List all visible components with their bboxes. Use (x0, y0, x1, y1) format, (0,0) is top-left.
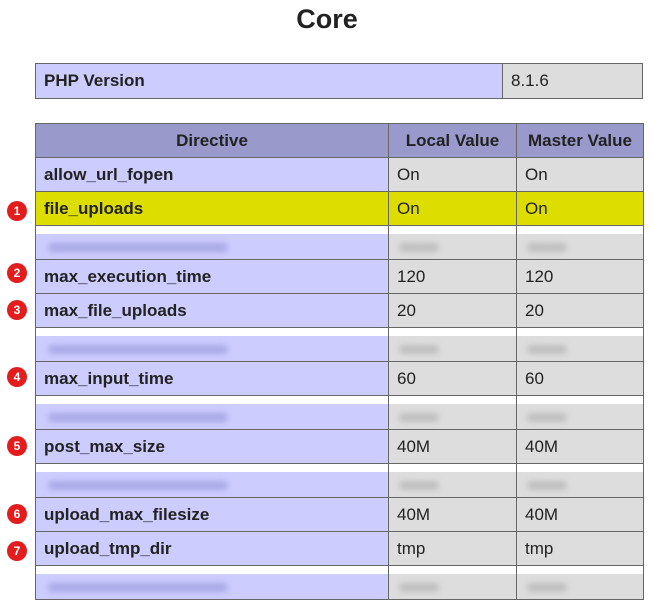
number-marker-6: 6 (7, 504, 27, 524)
php-version-table: PHP Version 8.1.6 (35, 63, 643, 99)
blurred-local (388, 225, 517, 260)
local-value: tmp (388, 531, 517, 566)
master-value: On (516, 157, 644, 192)
php-version-label: PHP Version (35, 63, 503, 99)
blurred-row (35, 225, 644, 260)
blurred-directive (35, 327, 389, 362)
directive-table: Directive Local Value Master Value allow… (35, 123, 644, 600)
page-title: Core (296, 4, 358, 34)
blurred-local (388, 565, 517, 600)
master-value: 20 (516, 293, 644, 328)
table-row: max_file_uploads 20 20 (35, 293, 644, 328)
php-version-row: PHP Version 8.1.6 (35, 63, 643, 99)
directive-header: Directive (35, 123, 389, 158)
local-value: 40M (388, 497, 517, 532)
blurred-master (516, 327, 644, 362)
table-row: max_execution_time 120 120 (35, 259, 644, 294)
blurred-master (516, 565, 644, 600)
directive-name: upload_max_filesize (35, 497, 389, 532)
number-marker-2: 2 (7, 263, 27, 283)
blurred-row (35, 327, 644, 362)
directive-name: max_file_uploads (35, 293, 389, 328)
table-row: upload_max_filesize 40M 40M (35, 497, 644, 532)
table-header-row: Directive Local Value Master Value (35, 123, 644, 158)
table-row: max_input_time 60 60 (35, 361, 644, 396)
blurred-master (516, 463, 644, 498)
local-value: On (388, 157, 517, 192)
master-value: 40M (516, 497, 644, 532)
table-row: allow_url_fopen On On (35, 157, 644, 192)
local-value: 40M (388, 429, 517, 464)
blurred-directive (35, 565, 389, 600)
number-marker-1: 1 (7, 201, 27, 221)
directive-name: upload_tmp_dir (35, 531, 389, 566)
blurred-master (516, 225, 644, 260)
blurred-directive (35, 225, 389, 260)
number-marker-4: 4 (7, 367, 27, 387)
master-value: 120 (516, 259, 644, 294)
table-row: post_max_size 40M 40M (35, 429, 644, 464)
table-row-highlighted: file_uploads On On (35, 191, 644, 226)
php-version-value: 8.1.6 (502, 63, 643, 99)
local-value: 20 (388, 293, 517, 328)
master-value-header: Master Value (516, 123, 644, 158)
directive-name: max_input_time (35, 361, 389, 396)
blurred-row (35, 463, 644, 498)
blurred-local (388, 395, 517, 430)
number-marker-7: 7 (7, 541, 27, 561)
blurred-master (516, 395, 644, 430)
master-value: tmp (516, 531, 644, 566)
local-value: 120 (388, 259, 517, 294)
blurred-local (388, 463, 517, 498)
directive-name: allow_url_fopen (35, 157, 389, 192)
blurred-directive (35, 395, 389, 430)
directive-name: file_uploads (35, 191, 389, 226)
master-value: On (516, 191, 644, 226)
table-row: upload_tmp_dir tmp tmp (35, 531, 644, 566)
blurred-local (388, 327, 517, 362)
local-value-header: Local Value (388, 123, 517, 158)
master-value: 40M (516, 429, 644, 464)
number-marker-3: 3 (7, 300, 27, 320)
directive-name: post_max_size (35, 429, 389, 464)
blurred-row (35, 395, 644, 430)
local-value: 60 (388, 361, 517, 396)
master-value: 60 (516, 361, 644, 396)
local-value: On (388, 191, 517, 226)
blurred-row (35, 565, 644, 600)
blurred-directive (35, 463, 389, 498)
directive-name: max_execution_time (35, 259, 389, 294)
number-marker-5: 5 (7, 436, 27, 456)
